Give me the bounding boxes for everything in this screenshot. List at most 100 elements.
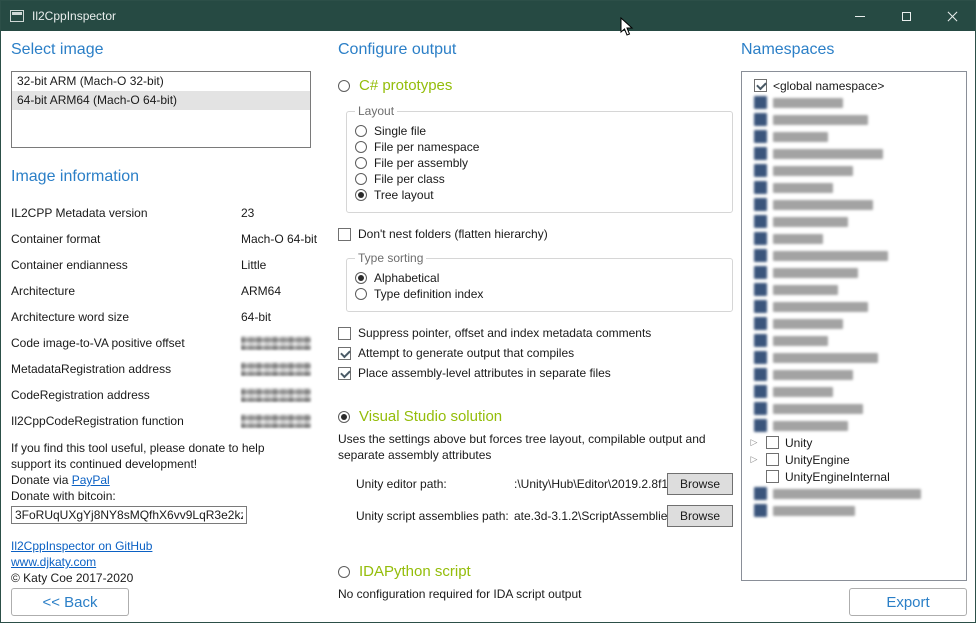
namespace-row-redacted[interactable] [742,162,966,179]
namespaces-panel[interactable]: <global namespace> ▷ Unity ▷ UnityEngine [741,71,967,581]
maximize-button[interactable] [883,1,929,31]
image-listbox[interactable]: 32-bit ARM (Mach-O 32-bit) 64-bit ARM64 … [11,71,311,148]
redacted-label [773,421,848,431]
namespace-row-redacted[interactable] [742,230,966,247]
redacted-label [773,132,828,142]
checkbox-icon-checked [754,147,767,160]
export-button[interactable]: Export [849,588,967,616]
radio-csharp-prototypes[interactable]: C# prototypes [338,77,733,94]
info-row: IL2CPP Metadata version23 [11,200,311,226]
redacted-label [773,268,858,278]
checkbox-icon [766,436,779,449]
donate-text: If you find this tool useful, please don… [11,440,303,472]
layout-groupbox: Layout Single file File per namespace Fi… [346,104,733,213]
checkbox-attempt-compiles[interactable]: Attempt to generate output that compiles [338,346,733,360]
type-sorting-group-label: Type sorting [355,251,426,265]
info-row: CodeRegistration address [11,382,311,408]
redacted-value [241,388,311,402]
expander-icon[interactable]: ▷ [748,451,760,468]
browse-script-assemblies-button[interactable]: Browse [667,505,733,527]
namespace-row-redacted[interactable] [742,400,966,417]
redacted-label [773,166,853,176]
namespace-row-unityengine[interactable]: ▷ UnityEngine [742,451,966,468]
namespaces-heading: Namespaces [741,41,967,59]
radio-tree-layout[interactable]: Tree layout [355,188,724,202]
redacted-label [773,149,883,159]
namespace-row-redacted[interactable] [742,485,966,502]
checkbox-icon-checked [754,402,767,415]
checkbox-icon-checked [754,300,767,313]
namespace-row-redacted[interactable] [742,128,966,145]
redacted-label [773,217,848,227]
browse-editor-button[interactable]: Browse [667,473,733,495]
minimize-button[interactable] [837,1,883,31]
info-row: MetadataRegistration address [11,356,311,382]
checkbox-dont-nest-folders[interactable]: Don't nest folders (flatten hierarchy) [338,227,733,241]
image-option-64bit[interactable]: 64-bit ARM64 (Mach-O 64-bit) [12,91,310,110]
radio-single-file[interactable]: Single file [355,124,724,138]
info-row: Code image-to-VA positive offset [11,330,311,356]
namespace-row-redacted[interactable] [742,315,966,332]
unity-editor-path-label: Unity editor path: [356,477,514,491]
expander-icon[interactable]: ▷ [748,434,760,451]
checkbox-suppress-metadata-comments[interactable]: Suppress pointer, offset and index metad… [338,326,733,340]
ida-description: No configuration required for IDA script… [338,586,718,602]
info-value: Mach-O 64-bit [241,232,317,246]
namespace-row-redacted[interactable] [742,213,966,230]
namespace-row-redacted[interactable] [742,298,966,315]
paypal-link[interactable]: PayPal [72,473,110,487]
namespace-row-redacted[interactable] [742,502,966,519]
namespace-row-redacted[interactable] [742,383,966,400]
redacted-label [773,302,868,312]
checkbox-assembly-attributes-separate[interactable]: Place assembly-level attributes in separ… [338,366,733,380]
namespace-row-redacted[interactable] [742,111,966,128]
namespace-row-redacted[interactable] [742,349,966,366]
namespace-row-redacted[interactable] [742,281,966,298]
back-button[interactable]: << Back [11,588,129,616]
namespace-row-unity[interactable]: ▷ Unity [742,434,966,451]
radio-type-definition-index[interactable]: Type definition index [355,287,724,301]
checkbox-icon-checked [754,283,767,296]
radio-icon [338,80,350,92]
github-link[interactable]: Il2CppInspector on GitHub [11,538,311,554]
namespace-row-redacted[interactable] [742,247,966,264]
radio-idapython-script[interactable]: IDAPython script [338,563,733,580]
unity-script-assemblies-label: Unity script assemblies path: [356,509,514,523]
redacted-label [773,489,921,499]
redacted-label [773,336,828,346]
close-button[interactable] [929,1,975,31]
radio-file-per-assembly[interactable]: File per assembly [355,156,724,170]
redacted-label [773,251,888,261]
namespace-row-redacted[interactable] [742,332,966,349]
namespace-row-redacted[interactable] [742,145,966,162]
checkbox-icon-checked [754,266,767,279]
radio-file-per-namespace[interactable]: File per namespace [355,140,724,154]
redacted-label [773,370,853,380]
radio-alphabetical[interactable]: Alphabetical [355,271,724,285]
namespace-row-redacted[interactable] [742,366,966,383]
checkbox-icon-checked [754,79,767,92]
checkbox-icon-checked [754,419,767,432]
titlebar[interactable]: Il2CppInspector [1,1,975,31]
radio-file-per-class[interactable]: File per class [355,172,724,186]
image-option-32bit[interactable]: 32-bit ARM (Mach-O 32-bit) [12,72,310,91]
type-sorting-groupbox: Type sorting Alphabetical Type definitio… [346,251,733,312]
website-link[interactable]: www.djkaty.com [11,554,311,570]
close-icon [947,11,958,22]
namespace-row-unityengineinternal[interactable]: UnityEngineInternal [742,468,966,485]
namespace-row-redacted[interactable] [742,196,966,213]
bitcoin-address-input[interactable] [11,506,247,524]
namespace-row-global[interactable]: <global namespace> [742,77,966,94]
checkbox-icon [338,228,351,241]
namespace-row-redacted[interactable] [742,94,966,111]
checkbox-icon-checked [754,249,767,262]
namespace-row-redacted[interactable] [742,417,966,434]
redacted-label [773,319,843,329]
app-icon [10,10,24,22]
namespace-row-redacted[interactable] [742,264,966,281]
namespaces-section: Namespaces <global namespace> ▷ Unity ▷ … [741,41,967,581]
radio-visual-studio-solution[interactable]: Visual Studio solution [338,408,733,425]
namespace-row-redacted[interactable] [742,179,966,196]
radio-icon-selected [338,411,350,423]
checkbox-icon [766,470,779,483]
